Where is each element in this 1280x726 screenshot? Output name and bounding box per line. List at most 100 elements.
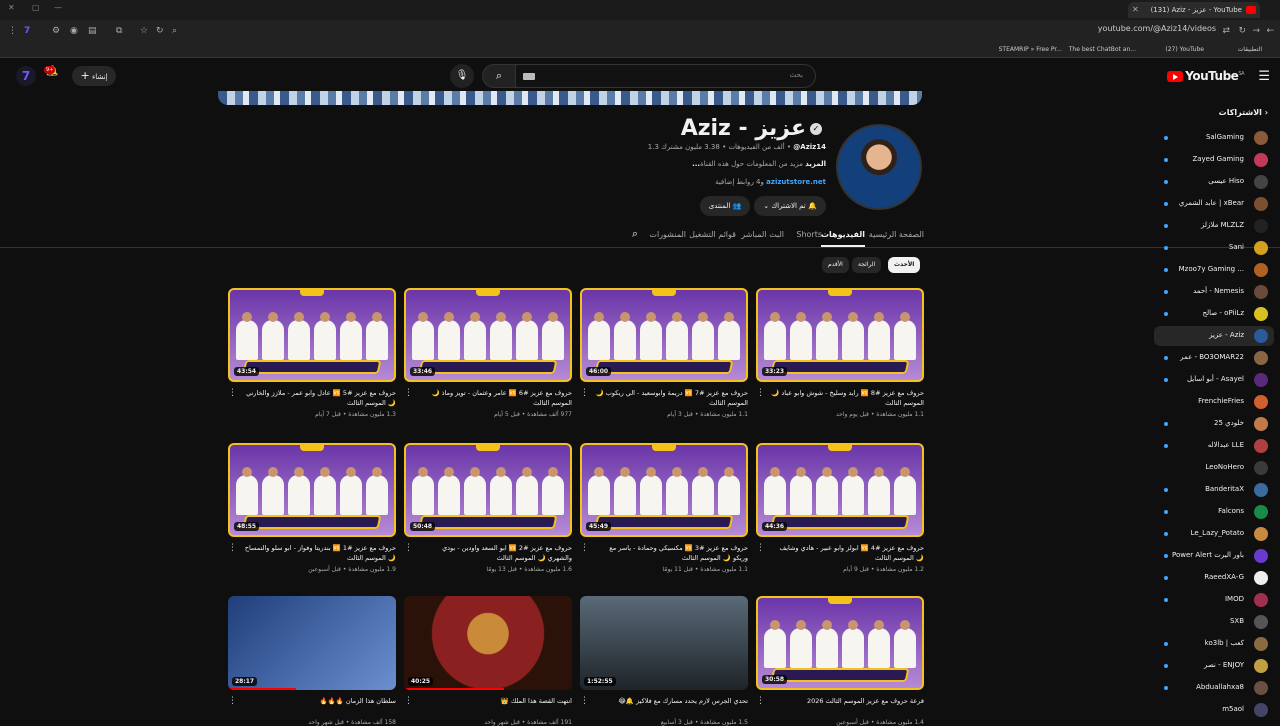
subscription-item[interactable]: BanderitaX [1154,480,1274,500]
video-title[interactable]: حروف مع عزيز #7 🆚 دريمة وابوسعيد - الي ر… [594,388,748,408]
subscription-item[interactable]: عزيز - Aziz [1154,326,1274,346]
channel-banner[interactable] [218,91,922,105]
tab-playlists[interactable]: قوائم التشغيل [689,230,736,239]
search-button[interactable]: ⌕ [482,64,516,88]
subscription-item[interactable]: صالح - oPiiLz [1154,304,1274,324]
subscription-item[interactable]: SXB [1154,612,1274,632]
subscription-item[interactable]: أبو اسايل - Asayel [1154,370,1274,390]
video-thumbnail[interactable]: 40:25 [404,596,572,690]
reload-icon[interactable]: ↻ [1238,25,1246,37]
extension-icon[interactable]: ⚙ [52,25,60,37]
subscription-item[interactable]: عابد الشمري | xBear [1154,194,1274,214]
video-thumbnail[interactable]: 48:55 [228,443,396,537]
chip-oldest[interactable]: الأقدم [822,257,849,273]
subscription-item[interactable]: عيسى Hiso [1154,172,1274,192]
video-thumbnail[interactable]: 43:54 [228,288,396,382]
subscription-item[interactable]: نصر - ENJOY [1154,656,1274,676]
profile-icon[interactable]: 7 [24,25,30,37]
tab-home[interactable]: الصفحة الرئيسية [869,230,924,239]
tab-videos[interactable]: الفيديوهات [821,230,865,247]
video-title[interactable]: حروف مع عزيز #1 🆚 بندريتا وفواز - ابو سل… [242,543,396,563]
subscription-item[interactable]: IMOD [1154,590,1274,610]
subscription-item[interactable]: LeoNoHero [1154,458,1274,478]
video-thumbnail[interactable]: 44:36 [756,443,924,537]
zoom-icon[interactable]: ⌕ [172,25,177,37]
video-thumbnail[interactable]: 46:00 [580,288,748,382]
channel-link[interactable]: azizutstore.net [766,178,826,186]
video-title[interactable]: انتهت القصة هذا الملك 👑 [418,696,572,716]
channel-search-icon[interactable]: ⌕ [632,227,638,241]
subscription-item[interactable]: Abduallahxa8 [1154,678,1274,698]
bookmark-youtube[interactable]: (27) YouTube [1165,44,1204,56]
subscription-item[interactable]: Le_Lazy_Potato [1154,524,1274,544]
subscription-item[interactable]: Zayed Gaming [1154,150,1274,170]
tab-shorts[interactable]: Shorts [796,230,822,239]
video-title[interactable]: حروف مع عزيز #8 🆚 رايد وسليخ - شوش وابو … [770,388,924,408]
video-thumbnail[interactable]: 33:46 [404,288,572,382]
video-menu-icon[interactable]: ⋮ [404,696,413,706]
video-menu-icon[interactable]: ⋮ [404,543,413,553]
video-title[interactable]: سلطان هذا الزمان 🔥🔥🔥 [242,696,396,716]
video-thumbnail[interactable]: 45:49 [580,443,748,537]
subscription-item[interactable]: عبدالاله LLE [1154,436,1274,456]
menu-dots-icon[interactable]: ⋮ [8,25,17,37]
video-menu-icon[interactable]: ⋮ [580,388,589,398]
video-title[interactable]: تحدي الجرس لازم يحدد مسارك مع فلاكيز 🔔😂 [594,696,748,716]
chip-popular[interactable]: الرائجة [852,257,882,273]
video-title[interactable]: قرعة حروف مع عزيز الموسم الثالث 2026 [770,696,924,716]
subscriptions-heading[interactable]: الاشتراكات › [1219,108,1268,117]
extension-icon[interactable]: ◉ [70,25,78,37]
subscription-item[interactable]: ملازلز MLZLZ [1154,216,1274,236]
video-thumbnail[interactable]: 30:58 [756,596,924,690]
subscription-item[interactable]: SalGaming [1154,128,1274,148]
extension-puzzle-icon[interactable]: ⧉ [116,25,122,37]
subscription-item[interactable]: Sani [1154,238,1274,258]
extension-icon[interactable]: ▤ [88,25,97,37]
reload-extension-icon[interactable]: ↻ [156,25,164,37]
video-menu-icon[interactable]: ⋮ [404,388,413,398]
extra-links[interactable]: و4 روابط إضافية [715,178,764,186]
subscription-item[interactable]: m5aol [1154,700,1274,720]
tab-posts[interactable]: المنشورات [649,230,686,239]
subscription-item[interactable]: أحمد - Nemesis [1154,282,1274,302]
window-close-icon[interactable]: ✕ [8,3,15,12]
browser-tab-youtube[interactable]: ✕ (131) Aziz - عزيز - YouTube [1128,2,1260,18]
subscription-item[interactable]: ko3lb | كعب [1154,634,1274,654]
hamburger-menu-icon[interactable]: ☰ [1258,69,1270,84]
url-field[interactable]: youtube.com/@Aziz14/videos [1098,24,1216,33]
site-settings-icon[interactable]: ⇄ [1222,25,1230,37]
close-tab-icon[interactable]: ✕ [1132,2,1139,18]
video-title[interactable]: حروف مع عزيز #4 🆚 ابولز وابو عبير - هادي… [770,543,924,563]
video-menu-icon[interactable]: ⋮ [228,696,237,706]
subscription-item[interactable]: عمر - BO3OMAR22 [1154,348,1274,368]
video-menu-icon[interactable]: ⋮ [228,388,237,398]
video-title[interactable]: حروف مع عزيز #5 🆚 عادل وابو عمر - ملازز … [242,388,396,408]
forward-icon[interactable]: → [1252,25,1260,37]
voice-search-button[interactable]: 🎙 [450,64,474,88]
video-title[interactable]: حروف مع عزيز #2 🆚 ابو السعد واودين - بود… [418,543,572,563]
youtube-logo[interactable]: YouTubeSA [1167,69,1244,83]
tab-live[interactable]: البث المباشر [741,230,784,239]
subscription-item[interactable]: Mzoo7y Gaming ... [1154,260,1274,280]
chip-latest[interactable]: الأحدث [888,257,921,273]
video-menu-icon[interactable]: ⋮ [228,543,237,553]
window-minimize-icon[interactable]: — [54,3,62,12]
video-menu-icon[interactable]: ⋮ [756,696,765,706]
community-button[interactable]: المنتدى 👥 [700,196,750,216]
back-icon[interactable]: ← [1266,25,1274,37]
channel-description[interactable]: ...المزيد مزيد من المعلومات حول هذه القن… [692,160,826,168]
video-thumbnail[interactable]: 33:23 [756,288,924,382]
search-input[interactable]: بحث [514,64,816,88]
channel-avatar[interactable] [836,124,922,210]
video-menu-icon[interactable]: ⋮ [580,696,589,706]
video-thumbnail[interactable]: 50:48 [404,443,572,537]
create-button[interactable]: + إنشاء [72,66,116,86]
video-title[interactable]: حروف مع عزيز #6 🆚 عامر وعثمان - تويز وما… [418,388,572,408]
video-title[interactable]: حروف مع عزيز #3 🆚 مكسيكي وحمادة - ياسر م… [594,543,748,563]
subscription-item[interactable]: Power Alert باور اليرت [1154,546,1274,566]
video-menu-icon[interactable]: ⋮ [756,388,765,398]
video-thumbnail[interactable]: 28:17 [228,596,396,690]
subscription-item[interactable]: FrenchieFries [1154,392,1274,412]
bookmark-steamrip[interactable]: STEAMRIP » Free Pr... [999,44,1062,56]
keyboard-icon[interactable] [523,73,535,80]
